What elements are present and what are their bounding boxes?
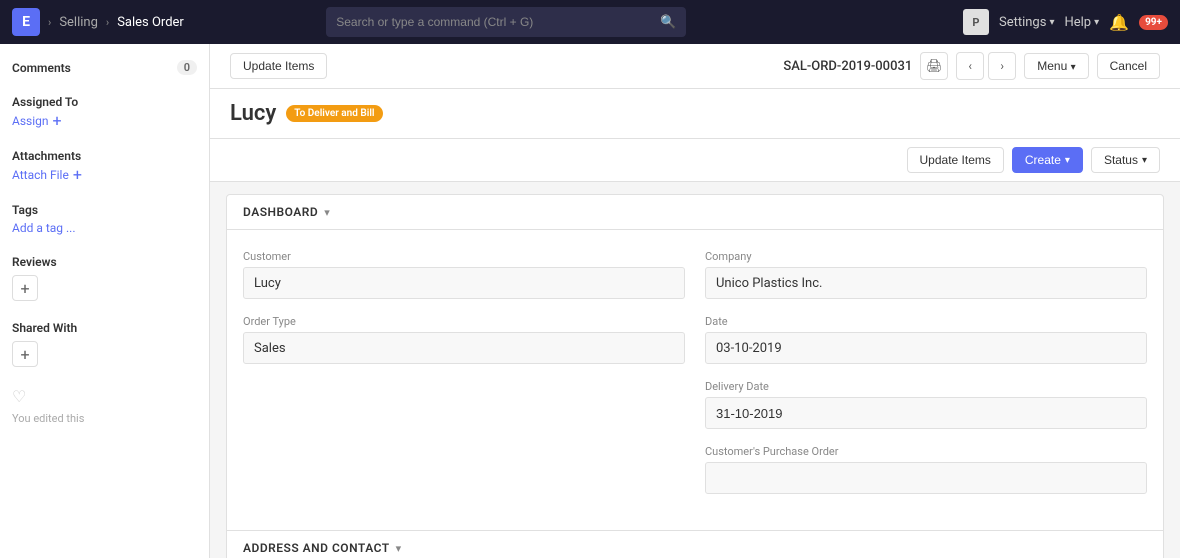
search-icon: 🔍 — [660, 15, 676, 30]
delivery-date-input[interactable] — [705, 397, 1147, 429]
delivery-date-label: Delivery Date — [705, 380, 1147, 393]
customer-label: Customer — [243, 250, 685, 263]
sidebar: Comments 0 Assigned To Assign + Attachme… — [0, 44, 210, 558]
navbar: E › Selling › Sales Order 🔍 P Settings ▾… — [0, 0, 1180, 44]
content-wrapper: Comments 0 Assigned To Assign + Attachme… — [0, 44, 1180, 558]
empty-field — [243, 380, 685, 429]
shared-with-label: Shared With — [12, 321, 197, 335]
company-value[interactable]: Unico Plastics Inc. — [705, 267, 1147, 299]
record-id: SAL-ORD-2019-00031 — [783, 59, 912, 74]
sidebar-reviews: Reviews + — [12, 255, 197, 301]
help-button[interactable]: Help ▾ — [1064, 15, 1099, 30]
notification-badge: 99+ — [1139, 15, 1168, 30]
notification-icon[interactable]: 🔔 — [1109, 13, 1129, 32]
form-row-4: Customer's Purchase Order — [243, 445, 1147, 494]
dashboard-card: DASHBOARD ▾ Customer Lucy Company Unico … — [226, 194, 1164, 558]
address-chevron: ▾ — [396, 542, 402, 555]
nav-arrows: ‹ › — [956, 52, 1016, 80]
edited-label: You edited this — [12, 412, 197, 425]
app-icon[interactable]: E — [12, 8, 40, 36]
update-items-button-2[interactable]: Update Items — [907, 147, 1004, 173]
order-type-field: Order Type Sales — [243, 315, 685, 364]
sidebar-tags: Tags Add a tag ... — [12, 203, 197, 235]
empty-field-2 — [243, 445, 685, 494]
search-input[interactable] — [336, 15, 660, 29]
reviews-label: Reviews — [12, 255, 197, 269]
order-type-value[interactable]: Sales — [243, 332, 685, 364]
date-value[interactable]: 03-10-2019 — [705, 332, 1147, 364]
action-bar: Update Items SAL-ORD-2019-00031 🖨 ‹ › Me… — [210, 44, 1180, 89]
sub-action-bar: Update Items Create ▾ Status ▾ — [210, 139, 1180, 182]
company-label: Company — [705, 250, 1147, 263]
print-button[interactable]: 🖨 — [920, 52, 948, 80]
breadcrumb-selling[interactable]: Selling — [59, 15, 98, 30]
customer-value[interactable]: Lucy — [243, 267, 685, 299]
attachments-label: Attachments — [12, 149, 197, 163]
address-title: ADDRESS AND CONTACT — [243, 541, 390, 555]
purchase-order-label: Customer's Purchase Order — [705, 445, 1147, 458]
purchase-order-field: Customer's Purchase Order — [705, 445, 1147, 494]
page-title: Lucy — [230, 101, 276, 126]
page-header: Lucy To Deliver and Bill — [210, 89, 1180, 139]
create-button[interactable]: Create ▾ — [1012, 147, 1083, 173]
breadcrumb-sales-order: Sales Order — [117, 15, 184, 30]
menu-button[interactable]: Menu ▾ — [1024, 53, 1088, 79]
company-field: Company Unico Plastics Inc. — [705, 250, 1147, 299]
dashboard-chevron: ▾ — [324, 206, 330, 219]
nav-right-actions: P Settings ▾ Help ▾ 🔔 99+ — [963, 9, 1168, 35]
sidebar-assigned-to: Assigned To Assign + — [12, 95, 197, 129]
comments-count: 0 — [177, 60, 197, 75]
customer-field: Customer Lucy — [243, 250, 685, 299]
shared-with-add-button[interactable]: + — [12, 341, 38, 367]
purchase-order-input[interactable] — [705, 462, 1147, 494]
date-label: Date — [705, 315, 1147, 328]
form-row-1: Customer Lucy Company Unico Plastics Inc… — [243, 250, 1147, 299]
comments-label: Comments 0 — [12, 60, 197, 75]
settings-button[interactable]: Settings ▾ — [999, 15, 1055, 30]
cancel-button[interactable]: Cancel — [1097, 53, 1160, 79]
page-title-row: Lucy To Deliver and Bill — [230, 101, 1160, 138]
prev-record-button[interactable]: ‹ — [956, 52, 984, 80]
delivery-date-field: Delivery Date — [705, 380, 1147, 429]
form-row-2: Order Type Sales Date 03-10-2019 — [243, 315, 1147, 364]
attach-file-button[interactable]: Attach File + — [12, 167, 197, 183]
add-tag-button[interactable]: Add a tag ... — [12, 221, 197, 235]
status-badge: To Deliver and Bill — [286, 105, 382, 122]
main-content: Update Items SAL-ORD-2019-00031 🖨 ‹ › Me… — [210, 44, 1180, 558]
status-button[interactable]: Status ▾ — [1091, 147, 1160, 173]
favorite-icon[interactable]: ♡ — [12, 387, 197, 406]
order-type-label: Order Type — [243, 315, 685, 328]
date-field: Date 03-10-2019 — [705, 315, 1147, 364]
next-record-button[interactable]: › — [988, 52, 1016, 80]
update-items-button[interactable]: Update Items — [230, 53, 327, 79]
reviews-add-button[interactable]: + — [12, 275, 38, 301]
nav-chevron-1: › — [48, 16, 51, 29]
action-bar-right: SAL-ORD-2019-00031 🖨 ‹ › Menu ▾ Cancel — [783, 52, 1160, 80]
address-section-header[interactable]: ADDRESS AND CONTACT ▾ — [227, 530, 1163, 558]
form-row-3: Delivery Date — [243, 380, 1147, 429]
dashboard-title: DASHBOARD — [243, 205, 318, 219]
nav-chevron-2: › — [106, 16, 109, 29]
sidebar-shared-with: Shared With + — [12, 321, 197, 367]
dashboard-form: Customer Lucy Company Unico Plastics Inc… — [227, 230, 1163, 530]
sidebar-comments: Comments 0 — [12, 60, 197, 75]
assign-button[interactable]: Assign + — [12, 113, 197, 129]
dashboard-section-header[interactable]: DASHBOARD ▾ — [227, 195, 1163, 230]
assigned-to-label: Assigned To — [12, 95, 197, 109]
search-bar[interactable]: 🔍 — [326, 7, 686, 37]
tags-label: Tags — [12, 203, 197, 217]
user-avatar[interactable]: P — [963, 9, 989, 35]
sidebar-attachments: Attachments Attach File + — [12, 149, 197, 183]
